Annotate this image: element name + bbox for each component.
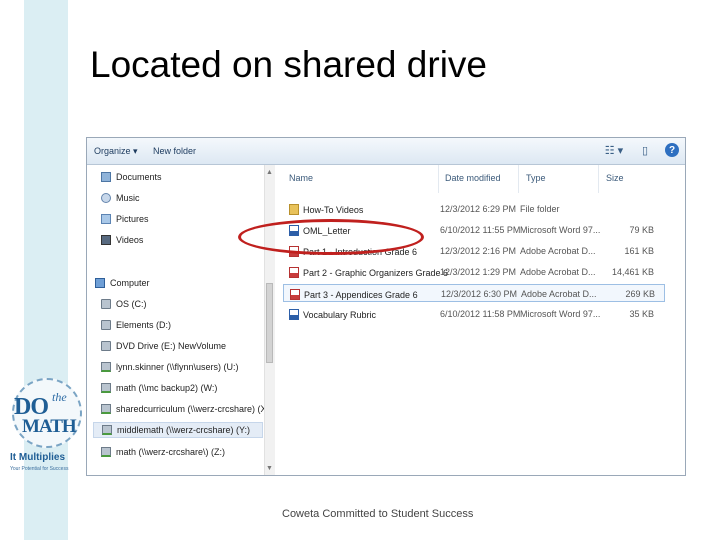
file-row-selected[interactable]: Part 3 - Appendices Grade 6 12/3/2012 6:… xyxy=(283,284,665,302)
column-divider[interactable] xyxy=(438,165,439,193)
pdf-document-icon xyxy=(290,289,300,300)
organize-button[interactable]: Organize ▾ xyxy=(94,146,138,157)
file-name: Vocabulary Rubric xyxy=(303,309,377,320)
pictures-icon xyxy=(101,214,111,224)
column-header-type[interactable]: Type xyxy=(526,173,546,183)
network-drive-icon xyxy=(102,425,112,435)
nav-item-label: sharedcurriculum (\\werz-crcshare) (X:) xyxy=(116,404,273,414)
file-row[interactable]: How-To Videos 12/3/2012 6:29 PM File fol… xyxy=(283,200,665,218)
column-divider[interactable] xyxy=(598,165,599,193)
file-type: Adobe Acrobat D... xyxy=(521,289,597,299)
nav-item-label: math (\\werz-crcshare\) (Z:) xyxy=(116,447,226,457)
change-view-icon[interactable]: ☷ ▾ xyxy=(604,143,624,157)
file-size: 269 KB xyxy=(625,289,655,299)
file-explorer-window: Organize ▾ New folder ☷ ▾ ▯ ? Documents … xyxy=(86,137,686,476)
nav-item-label: OS (C:) xyxy=(116,299,147,309)
file-type: Adobe Acrobat D... xyxy=(520,246,596,256)
dvd-icon xyxy=(101,341,111,351)
nav-item-label: math (\\mc backup2) (W:) xyxy=(116,383,218,393)
column-header-name[interactable]: Name xyxy=(289,173,313,183)
videos-icon xyxy=(101,235,111,245)
pdf-document-icon xyxy=(289,267,299,278)
file-row[interactable]: Part 2 - Graphic Organizers Grade 6 12/3… xyxy=(283,263,665,281)
nav-item-label: middlemath (\\werz-crcshare) (Y:) xyxy=(117,425,251,435)
computer-icon xyxy=(95,278,105,288)
nav-item-dvd-drive[interactable]: DVD Drive (E:) NewVolume xyxy=(101,338,226,354)
documents-icon xyxy=(101,172,111,182)
nav-item-z-drive[interactable]: math (\\werz-crcshare\) (Z:) xyxy=(101,444,225,460)
logo-the-text: the xyxy=(52,390,67,404)
slide-footer: Coweta Committed to Student Success xyxy=(282,508,474,520)
file-date: 12/3/2012 6:30 PM xyxy=(441,289,518,299)
scroll-down-arrow-icon[interactable]: ▼ xyxy=(266,465,273,472)
nav-item-label: Elements (D:) xyxy=(116,320,172,330)
nav-item-elements-drive[interactable]: Elements (D:) xyxy=(101,317,171,333)
file-size: 35 KB xyxy=(629,309,654,319)
column-header-size[interactable]: Size xyxy=(606,173,624,183)
column-header-date[interactable]: Date modified xyxy=(445,173,501,183)
file-list-pane: Name Date modified Type Size How-To Vide… xyxy=(275,165,685,475)
slide-title: Located on shared drive xyxy=(90,44,487,85)
explorer-toolbar: Organize ▾ New folder ☷ ▾ ▯ ? xyxy=(87,138,685,165)
folder-icon xyxy=(289,204,299,215)
nav-item-w-drive[interactable]: math (\\mc backup2) (W:) xyxy=(101,380,217,396)
highlight-ellipse-annotation xyxy=(238,219,424,255)
music-icon xyxy=(101,193,111,203)
nav-item-computer[interactable]: Computer xyxy=(95,275,150,291)
nav-item-label: Documents xyxy=(116,172,162,182)
file-type: Adobe Acrobat D... xyxy=(520,267,596,277)
do-the-math-logo: DO the MATH It Multiplies Your Potential… xyxy=(8,378,84,478)
file-type: File folder xyxy=(520,204,560,214)
nav-item-u-drive[interactable]: lynn.skinner (\\flynn\users) (U:) xyxy=(101,359,239,375)
file-date: 6/10/2012 11:58 PM xyxy=(440,309,520,319)
file-date: 6/10/2012 11:55 PM xyxy=(440,225,520,235)
nav-item-label: DVD Drive (E:) NewVolume xyxy=(116,341,227,351)
file-date: 12/3/2012 6:29 PM xyxy=(440,204,517,214)
scroll-up-arrow-icon[interactable]: ▲ xyxy=(266,169,273,176)
nav-item-videos[interactable]: Videos xyxy=(101,232,143,248)
file-name: Part 2 - Graphic Organizers Grade 6 xyxy=(303,267,449,278)
file-row[interactable]: Vocabulary Rubric 6/10/2012 11:58 PM Mic… xyxy=(283,305,665,323)
file-size: 161 KB xyxy=(624,246,654,256)
file-date: 12/3/2012 1:29 PM xyxy=(440,267,517,277)
navigation-pane: Documents Music Pictures Videos Computer… xyxy=(87,165,272,475)
new-folder-button[interactable]: New folder xyxy=(153,146,196,156)
preview-pane-icon[interactable]: ▯ xyxy=(638,143,652,157)
nav-item-label: Music xyxy=(116,193,140,203)
network-drive-icon xyxy=(101,362,111,372)
nav-item-label: Pictures xyxy=(116,214,149,224)
nav-item-pictures[interactable]: Pictures xyxy=(101,211,149,227)
file-name: Part 3 - Appendices Grade 6 xyxy=(304,289,418,300)
nav-item-label: lynn.skinner (\\flynn\users) (U:) xyxy=(116,362,239,372)
file-size: 14,461 KB xyxy=(611,267,654,277)
network-drive-icon xyxy=(101,404,111,414)
nav-item-x-drive[interactable]: sharedcurriculum (\\werz-crcshare) (X:) xyxy=(101,401,272,417)
network-drive-icon xyxy=(101,447,111,457)
help-icon[interactable]: ? xyxy=(665,143,679,157)
nav-item-music[interactable]: Music xyxy=(101,190,140,206)
file-type: Microsoft Word 97... xyxy=(520,225,600,235)
navigation-scrollbar[interactable]: ▲ ▼ xyxy=(264,165,275,475)
file-date: 12/3/2012 2:16 PM xyxy=(440,246,517,256)
drive-icon xyxy=(101,299,111,309)
nav-item-label: Videos xyxy=(116,235,144,245)
logo-tagline: It Multiplies xyxy=(10,452,65,463)
logo-math-text: MATH xyxy=(22,416,77,437)
network-drive-icon xyxy=(101,383,111,393)
column-divider[interactable] xyxy=(518,165,519,193)
nav-item-documents[interactable]: Documents xyxy=(101,169,162,185)
nav-item-os-drive[interactable]: OS (C:) xyxy=(101,296,147,312)
word-document-icon xyxy=(289,309,299,320)
logo-subtagline: Your Potential for Success xyxy=(10,466,69,472)
nav-item-label: Computer xyxy=(110,278,150,288)
file-size: 79 KB xyxy=(629,225,654,235)
nav-item-y-drive[interactable]: middlemath (\\werz-crcshare) (Y:) xyxy=(93,422,263,438)
file-name: How-To Videos xyxy=(303,204,364,215)
drive-icon xyxy=(101,320,111,330)
file-type: Microsoft Word 97... xyxy=(520,309,600,319)
scrollbar-thumb[interactable] xyxy=(266,283,273,363)
